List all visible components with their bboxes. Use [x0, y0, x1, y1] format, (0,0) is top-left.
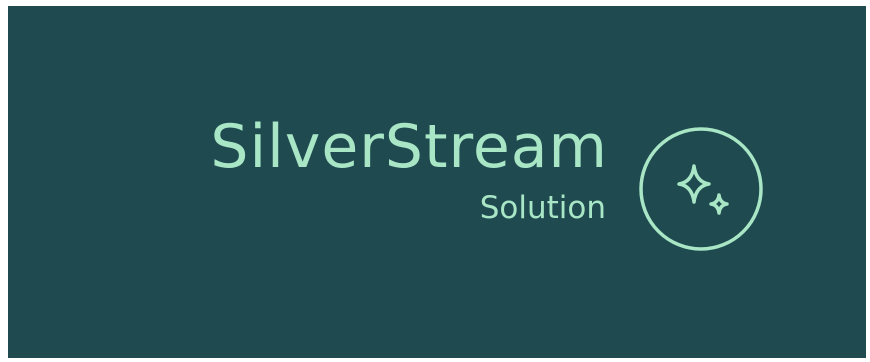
sparkle-icon	[677, 164, 729, 215]
logo-wordmark: SilverStream Solution	[210, 111, 608, 228]
logo-banner: SilverStream Solution	[8, 6, 866, 358]
brand-tagline: Solution	[479, 190, 606, 226]
brand-name: SilverStream	[210, 112, 608, 182]
emblem-circle	[639, 127, 763, 251]
